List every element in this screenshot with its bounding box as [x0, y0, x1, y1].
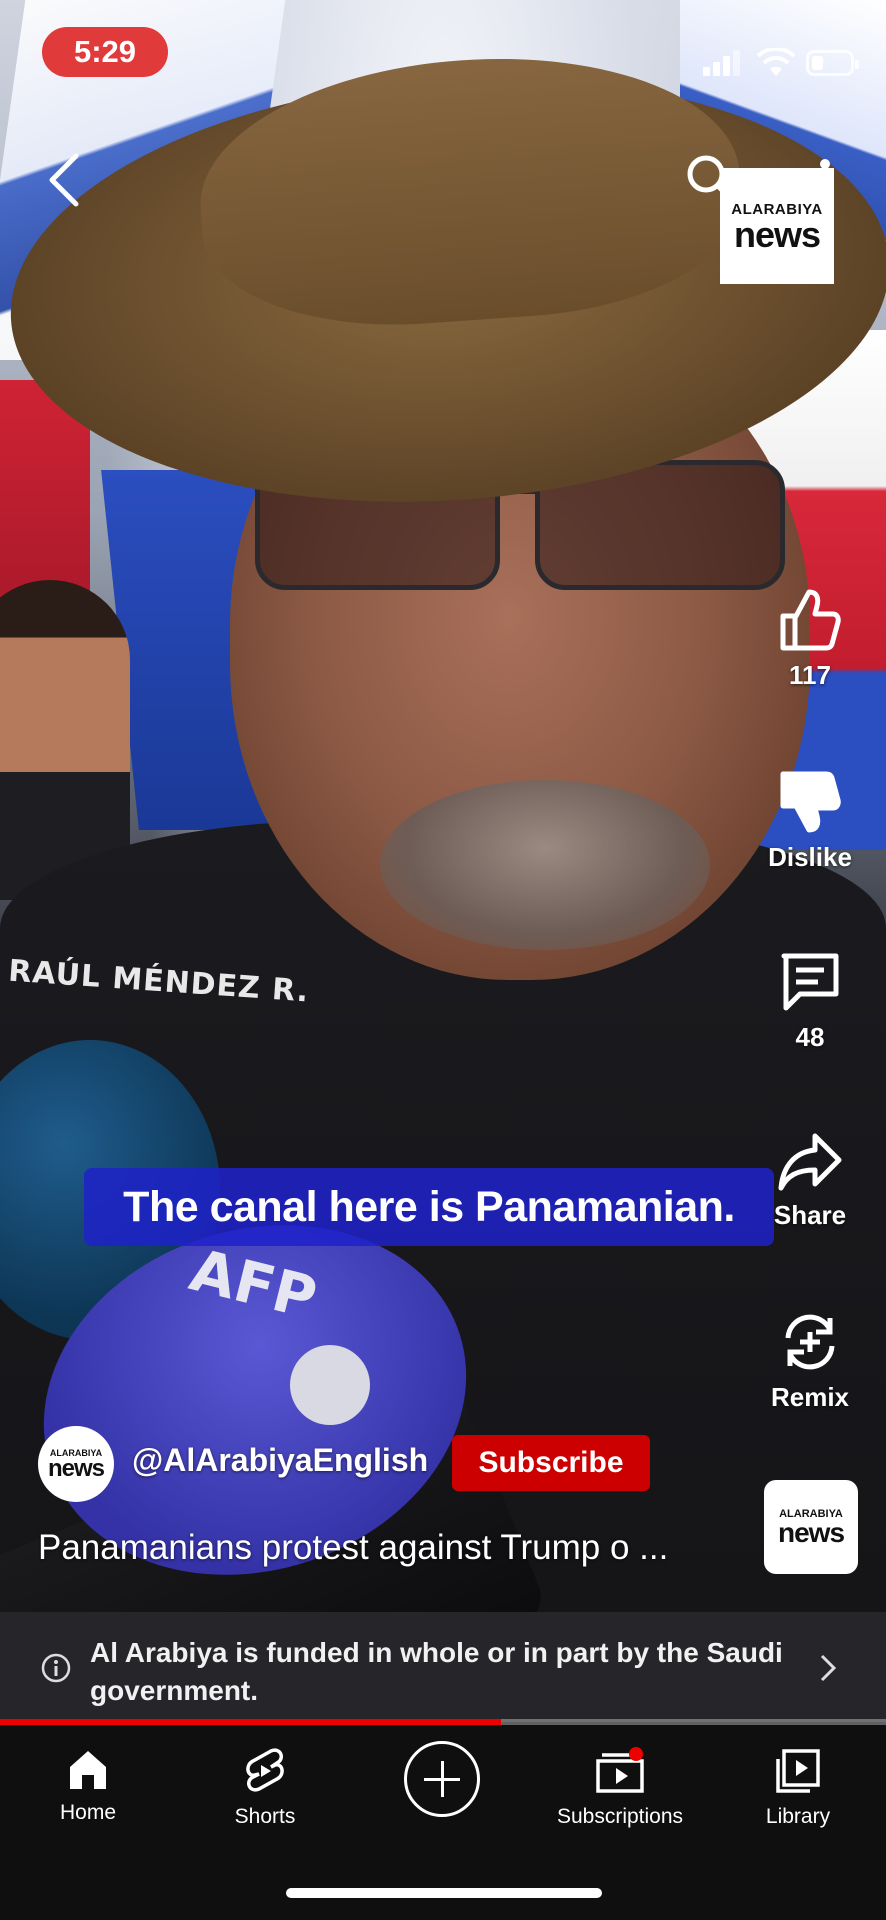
battery-icon — [806, 50, 859, 76]
create-button[interactable] — [404, 1741, 480, 1817]
nav-shorts-label: Shorts — [234, 1805, 296, 1828]
funding-info-text: Al Arabiya is funded in whole or in part… — [90, 1637, 783, 1706]
mic-dot — [290, 1345, 370, 1425]
signal-icon — [703, 48, 743, 76]
nav-shorts[interactable]: Shorts — [185, 1747, 345, 1829]
info-icon — [41, 1653, 71, 1683]
remix-label: Remix — [770, 1382, 850, 1412]
wifi-icon — [756, 48, 796, 76]
dislike-label: Dislike — [768, 842, 852, 872]
home-icon — [70, 1751, 106, 1789]
dislike-button[interactable]: Dislike — [750, 770, 870, 873]
subscribe-button[interactable]: Subscribe — [452, 1435, 650, 1491]
home-indicator — [286, 1888, 602, 1898]
chevron-right-icon — [820, 1654, 837, 1682]
remix-icon — [785, 1314, 835, 1370]
channel-watermark-logo: ALARABIYA news — [720, 168, 834, 284]
share-arrow-icon — [778, 1133, 842, 1191]
sound-thumb-big-text: news — [777, 1517, 845, 1548]
nav-home-label: Home — [59, 1801, 117, 1824]
subscriptions-icon — [596, 1747, 644, 1793]
remix-button[interactable]: Remix — [750, 1310, 870, 1413]
comments-button[interactable]: 48 — [750, 950, 870, 1053]
status-time: 5:29 — [42, 27, 168, 77]
thumbs-up-icon — [780, 589, 841, 651]
sound-thumbnail[interactable]: ALARABIYA news — [764, 1480, 858, 1574]
speaker-beard — [380, 780, 710, 950]
shorts-icon — [246, 1748, 284, 1792]
funding-info-panel[interactable]: Al Arabiya is funded in whole or in part… — [0, 1612, 886, 1722]
channel-avatar[interactable]: ALARABIYA news — [38, 1426, 114, 1502]
nav-library[interactable]: Library — [718, 1747, 878, 1829]
like-count: 117 — [789, 660, 831, 690]
nav-subscriptions-label: Subscriptions — [556, 1805, 684, 1828]
thumbs-down-icon — [780, 771, 841, 833]
avatar-big-text: news — [47, 1455, 105, 1482]
comment-icon — [781, 953, 839, 1011]
status-bar: 5:29 — [0, 0, 886, 100]
nav-subscriptions[interactable]: Subscriptions — [540, 1747, 700, 1829]
logo-big-text: news — [733, 213, 821, 255]
battery-fill — [812, 56, 823, 70]
like-button[interactable]: 117 — [750, 588, 870, 691]
video-title[interactable]: Panamanians protest against Trump o ... — [38, 1528, 728, 1568]
library-icon — [776, 1749, 820, 1793]
nav-library-label: Library — [765, 1805, 831, 1828]
channel-handle[interactable]: @AlArabiyaEnglish — [132, 1442, 428, 1479]
nav-home[interactable]: Home — [8, 1747, 168, 1825]
video-caption: The canal here is Panamanian. — [84, 1168, 774, 1246]
comment-count: 48 — [795, 1022, 825, 1052]
back-arrow-icon[interactable] — [44, 150, 84, 210]
